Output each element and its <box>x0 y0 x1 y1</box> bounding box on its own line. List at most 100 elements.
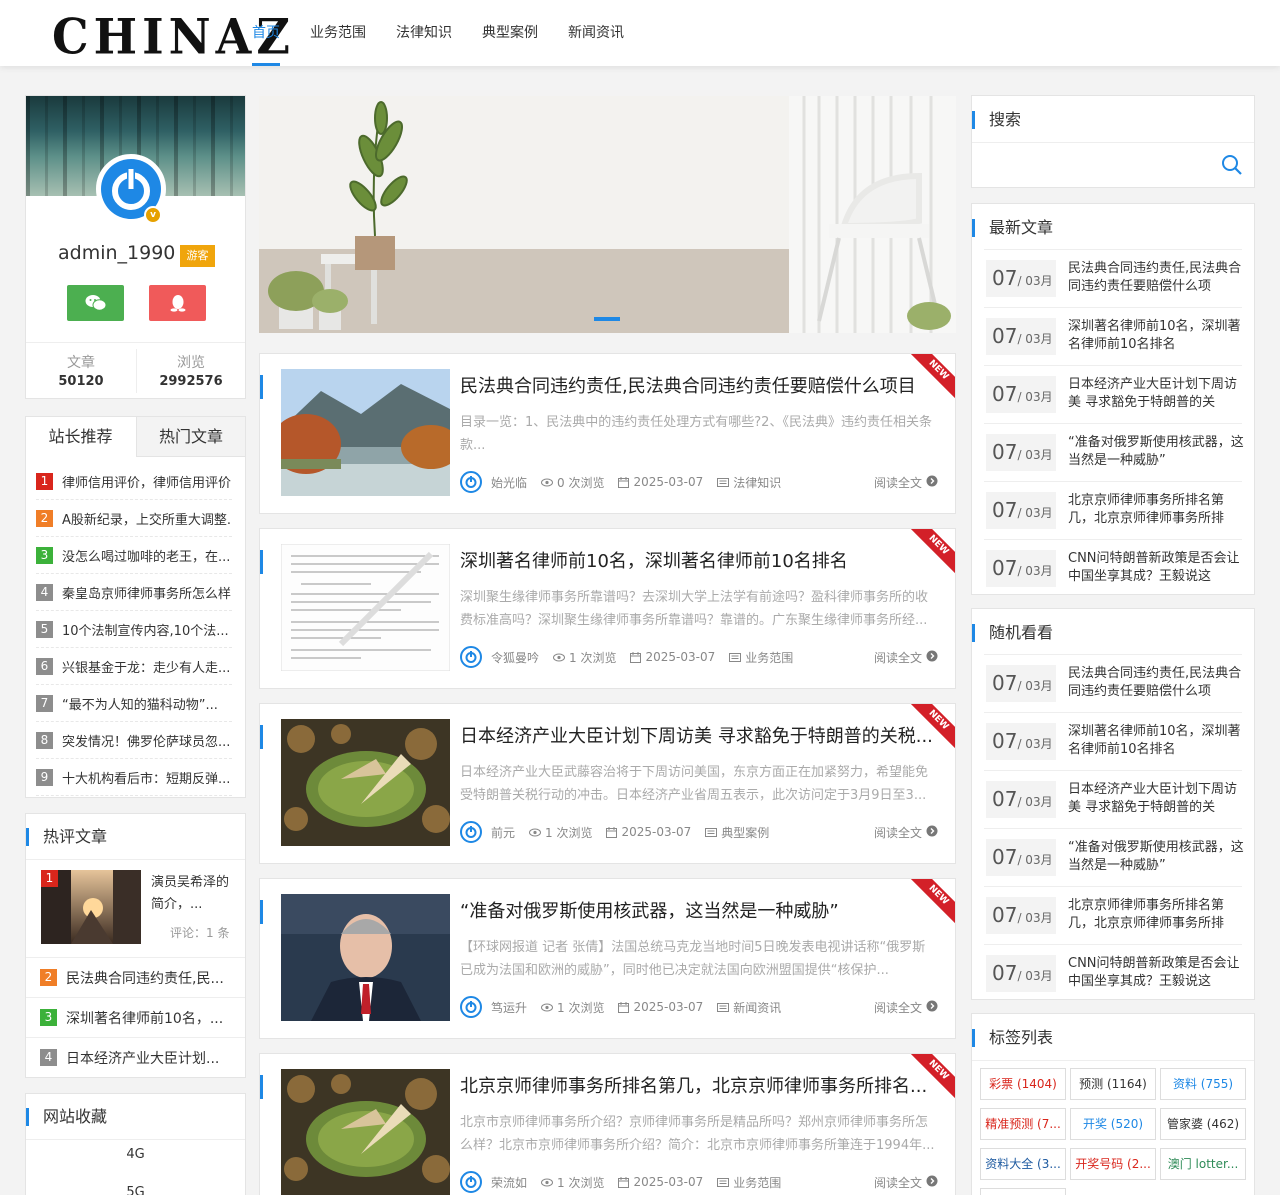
wechat-button[interactable] <box>67 285 124 321</box>
rank-list-item[interactable]: 2 A股新纪录，上交所重大调整... <box>36 500 232 537</box>
nav-cases[interactable]: 典型案例 <box>482 22 538 66</box>
random-item[interactable]: 07/ 03月 “准备对俄罗斯使用核武器，这当然是一种威胁” <box>984 828 1244 886</box>
author-avatar-icon[interactable] <box>460 646 482 668</box>
random-item[interactable]: 07/ 03月 北京京师律师事务所排名第几，北京京师律师事务所排 <box>984 886 1242 944</box>
latest-title: 民法典合同违约责任,民法典合同违约责任要赔偿什么项 <box>1068 261 1242 294</box>
search-icon[interactable] <box>1221 154 1243 176</box>
date-day: 07 <box>992 498 1018 522</box>
search-input[interactable] <box>982 148 1212 182</box>
tag-item[interactable]: 管家婆 (462) <box>1160 1108 1246 1140</box>
date-text: 2025-03-07 <box>621 825 692 839</box>
favorite-link[interactable]: 5G <box>26 1185 245 1195</box>
category-text: 业务范围 <box>733 1175 782 1190</box>
article-author[interactable]: 始光临 <box>491 474 527 491</box>
date-box: 07/ 03月 <box>986 318 1056 355</box>
random-item[interactable]: 07/ 03月 深圳著名律师前10名，深圳著名律师前10名排名 <box>984 712 1242 770</box>
leaf-rock-thumbnail[interactable] <box>281 719 450 846</box>
tag-item[interactable]: 开奖号码 (2... <box>1070 1148 1156 1180</box>
article-views: 1 次浏览 <box>529 824 592 841</box>
random-item[interactable]: 07/ 03月 日本经济产业大臣计划下周访美 寻求豁免于特朗普的关 <box>984 770 1242 828</box>
rank-title: 10个法制宣传内容,10个法... <box>62 623 229 639</box>
hot-top-title[interactable]: 演员吴希泽的简介，... <box>151 872 231 916</box>
latest-title: 深圳著名律师前10名，深圳著名律师前10名排名 <box>1068 319 1241 352</box>
panel-title: 随机看看 <box>972 624 1053 642</box>
random-title: 民法典合同违约责任,民法典合同违约责任要赔偿什么项 <box>1068 666 1242 699</box>
article-title[interactable]: “准备对俄罗斯使用核武器，这当然是一种威胁” <box>460 897 940 923</box>
rank-tabs-panel: 站长推荐 热门文章 1 律师信用评价，律师信用评价... 2 A股新纪录，上交所重大调… <box>25 416 246 798</box>
autumn-lake-thumbnail[interactable] <box>281 369 450 496</box>
qq-button[interactable] <box>149 285 206 321</box>
document-thumbnail[interactable] <box>281 544 450 671</box>
latest-item[interactable]: 07/ 03月 日本经济产业大臣计划下周访美 寻求豁免于特朗普的关 <box>984 365 1242 423</box>
latest-item[interactable]: 07/ 03月 “准备对俄罗斯使用核武器，这当然是一种威胁” <box>984 423 1244 481</box>
slider-dot-active[interactable] <box>594 317 620 321</box>
hero-slider[interactable] <box>259 96 956 333</box>
nav-news[interactable]: 新闻资讯 <box>568 22 624 66</box>
rank-list-item[interactable]: 3 没怎么喝过咖啡的老王，在... <box>36 537 232 574</box>
hot-list-item[interactable]: 3 深圳著名律师前10名，... <box>26 997 245 1037</box>
tag-item[interactable]: 彩票 (1404) <box>980 1068 1066 1100</box>
article-category[interactable]: 法律知识 <box>717 474 781 491</box>
article-title[interactable]: 民法典合同违约责任,民法典合同违约责任要赔偿什么项目 <box>460 372 940 398</box>
latest-item[interactable]: 07/ 03月 深圳著名律师前10名，深圳著名律师前10名排名 <box>984 307 1242 365</box>
arrow-right-icon <box>922 650 938 665</box>
read-more-link[interactable]: 阅读全文 <box>874 824 938 841</box>
nav-legal-knowledge[interactable]: 法律知识 <box>396 22 452 66</box>
tag-item[interactable]: 资料 (755) <box>1160 1068 1246 1100</box>
author-avatar-icon[interactable] <box>460 471 482 493</box>
article-views: 1 次浏览 <box>541 999 604 1016</box>
article-title[interactable]: 北京京师律师事务所排名第几，北京京师律师事务所排名... <box>460 1072 940 1098</box>
latest-item[interactable]: 07/ 03月 北京京师律师事务所排名第几，北京京师律师事务所排 <box>984 481 1242 539</box>
article-title[interactable]: 日本经济产业大臣计划下周访美 寻求豁免于特朗普的关税... <box>460 722 940 748</box>
hot-top-thumbnail[interactable]: 1 <box>41 870 141 944</box>
author-avatar-icon[interactable] <box>460 1171 482 1193</box>
favorite-link[interactable]: 4G <box>26 1147 245 1162</box>
article-title[interactable]: 深圳著名律师前10名，深圳著名律师前10名排名 <box>460 547 940 573</box>
nav-home[interactable]: 首页 <box>252 22 280 66</box>
read-more-link[interactable]: 阅读全文 <box>874 1174 938 1191</box>
rank-number: 2 <box>40 969 57 986</box>
article-author[interactable]: 前元 <box>491 824 515 841</box>
read-more-link[interactable]: 阅读全文 <box>874 649 938 666</box>
rank-list-item[interactable]: 8 突发情况！佛罗伦萨球员忽... <box>36 722 232 759</box>
tag-item[interactable]: 精准预测 (7... <box>980 1108 1066 1140</box>
tab-popular[interactable]: 热门文章 <box>136 417 245 457</box>
wechat-icon <box>85 295 106 311</box>
tag-item[interactable]: 澳门 lotter... <box>1160 1148 1246 1180</box>
random-item[interactable]: 07/ 03月 民法典合同违约责任,民法典合同违约责任要赔偿什么项 <box>984 654 1242 712</box>
hot-list-item[interactable]: 2 民法典合同违约责任,民... <box>26 957 245 997</box>
rank-list-item[interactable]: 6 兴银基金于龙：走少有人走... <box>36 648 232 685</box>
tag-item[interactable]: 资料大全 (3... <box>980 1148 1066 1180</box>
tag-item[interactable]: 开奖 (520) <box>1070 1108 1156 1140</box>
latest-item[interactable]: 07/ 03月 民法典合同违约责任,民法典合同违约责任要赔偿什么项 <box>984 249 1242 307</box>
article-category[interactable]: 新闻资讯 <box>717 999 781 1016</box>
portrait-thumbnail[interactable] <box>281 894 450 1021</box>
read-more-link[interactable]: 阅读全文 <box>874 474 938 491</box>
rank-list-item[interactable]: 1 律师信用评价，律师信用评价... <box>36 463 232 500</box>
rank-number: 5 <box>36 620 53 638</box>
article-author[interactable]: 令狐曼吟 <box>491 649 539 666</box>
tab-recommended[interactable]: 站长推荐 <box>26 417 135 457</box>
author-avatar-icon[interactable] <box>460 821 482 843</box>
article-category[interactable]: 典型案例 <box>705 824 769 841</box>
rank-list-item[interactable]: 9 十大机构看后市：短期反弹... <box>36 759 232 796</box>
rank-list-item[interactable]: 4 秦皇岛京师律师事务所怎么样... <box>36 574 232 611</box>
author-avatar-icon[interactable] <box>460 996 482 1018</box>
random-title: 北京京师律师事务所排名第几，北京京师律师事务所排 <box>1068 898 1225 931</box>
rank-list-item[interactable]: 7 “最不为人知的猫科动物”... <box>36 685 232 722</box>
rank-list-item[interactable]: 5 10个法制宣传内容,10个法... <box>36 611 232 648</box>
article-excerpt: 【环球网报道 记者 张倩】法国总统马克龙当地时间5日晚发表电视讲话称“俄罗斯已成… <box>460 940 926 978</box>
article-category[interactable]: 业务范围 <box>729 649 793 666</box>
hot-list-item[interactable]: 4 日本经济产业大臣计划... <box>26 1037 245 1077</box>
leaf-rock-thumbnail[interactable] <box>281 1069 450 1195</box>
latest-item[interactable]: 07/ 03月 CNN问特朗普新政策是否会让中国坐享其成？王毅说这 <box>984 539 1242 597</box>
read-more-link[interactable]: 阅读全文 <box>874 999 938 1016</box>
tag-item[interactable] <box>980 1188 1066 1195</box>
article-category[interactable]: 业务范围 <box>717 1174 781 1191</box>
random-item[interactable]: 07/ 03月 CNN问特朗普新政策是否会让中国坐享其成？王毅说这 <box>984 944 1242 1002</box>
article-author[interactable]: 荣流如 <box>491 1174 527 1191</box>
nav-business[interactable]: 业务范围 <box>310 22 366 66</box>
article-author[interactable]: 笃运升 <box>491 999 527 1016</box>
favorites-panel: 网站收藏 4G 5G <box>25 1093 246 1195</box>
tag-item[interactable]: 预测 (1164) <box>1070 1068 1156 1100</box>
